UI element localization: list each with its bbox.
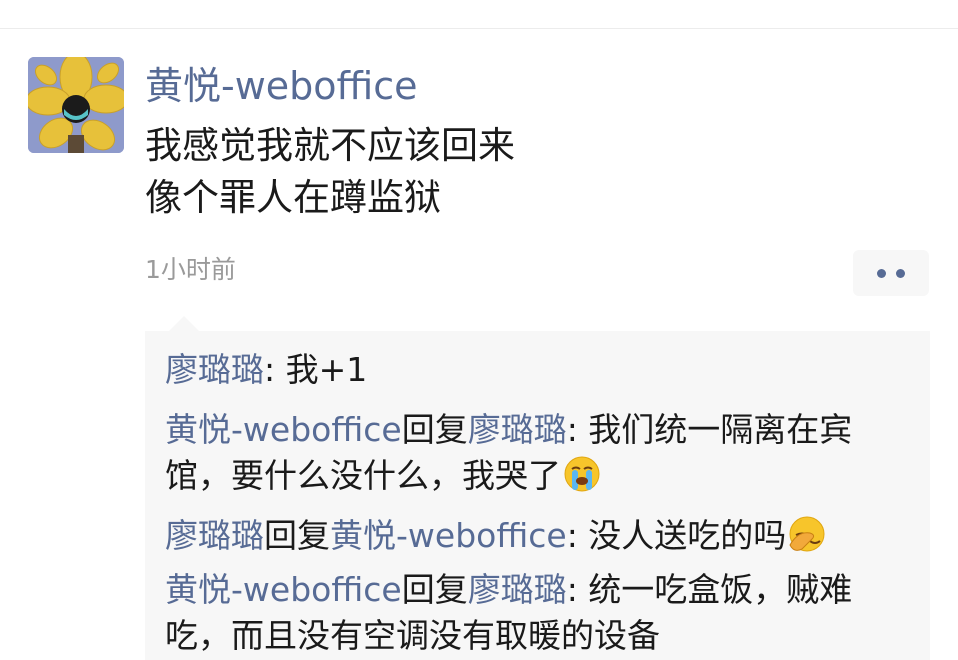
comment-text: 吃，而且没有空调没有取暖的设备	[165, 616, 660, 655]
comment-list: 廖璐璐: 我+1 黄悦-weboffice回复廖璐璐: 我们统一隔离在宾 馆，要什…	[145, 331, 930, 660]
comment-text: : 我+1	[264, 350, 368, 389]
reply-to-name[interactable]: 廖璐璐	[468, 410, 567, 449]
post-content: 我感觉我就不应该回来 像个罪人在蹲监狱	[145, 120, 515, 224]
commenter-name[interactable]: 黄悦-weboffice	[165, 570, 402, 609]
face-palm-icon	[789, 516, 825, 552]
comment-item[interactable]: 廖璐璐回复黄悦-weboffice: 没人送吃的吗	[165, 513, 910, 559]
commenter-name[interactable]: 廖璐璐	[165, 516, 264, 555]
comment-item: 廖璐璐: 我+1	[165, 347, 910, 393]
reply-word: 回复	[401, 410, 468, 449]
comment-item[interactable]: 黄悦-weboffice回复廖璐璐: 我们统一隔离在宾 馆，要什么没什么，我哭了	[165, 407, 910, 499]
avatar-image	[28, 57, 124, 153]
post-content-line: 我感觉我就不应该回来	[145, 124, 515, 167]
comment-text: 馆，要什么没什么，我哭了	[165, 456, 561, 495]
reply-word: 回复	[264, 516, 330, 555]
comment-item[interactable]: 黄悦-weboffice回复廖璐璐: 统一吃盒饭，贼难吃，而且没有空调没有取暖的…	[165, 567, 910, 659]
post-author-name[interactable]: 黄悦-weboffice	[145, 60, 418, 112]
reply-word: 回复	[401, 570, 468, 609]
comment-text: : 没人送吃的吗	[566, 516, 787, 555]
avatar[interactable]	[28, 57, 124, 153]
commenter-name[interactable]: 廖璐璐	[165, 350, 264, 389]
comment-text: : 统一吃盒饭，贼难	[566, 570, 853, 609]
dot-icon	[877, 269, 886, 278]
crying-face-icon	[564, 456, 600, 492]
reply-to-name[interactable]: 黄悦-weboffice	[330, 516, 567, 555]
comment-area-caret	[168, 316, 200, 332]
moment-post: 黄悦-weboffice 我感觉我就不应该回来 像个罪人在蹲监狱 1小时前 廖璐…	[0, 0, 958, 660]
post-content-line: 像个罪人在蹲监狱	[145, 176, 441, 219]
commenter-name[interactable]: 黄悦-weboffice	[165, 410, 402, 449]
more-actions-button[interactable]	[853, 250, 929, 296]
comment-text: : 我们统一隔离在宾	[566, 410, 853, 449]
post-time: 1小时前	[145, 255, 236, 284]
reply-to-name[interactable]: 廖璐璐	[468, 570, 567, 609]
dot-icon	[896, 269, 905, 278]
